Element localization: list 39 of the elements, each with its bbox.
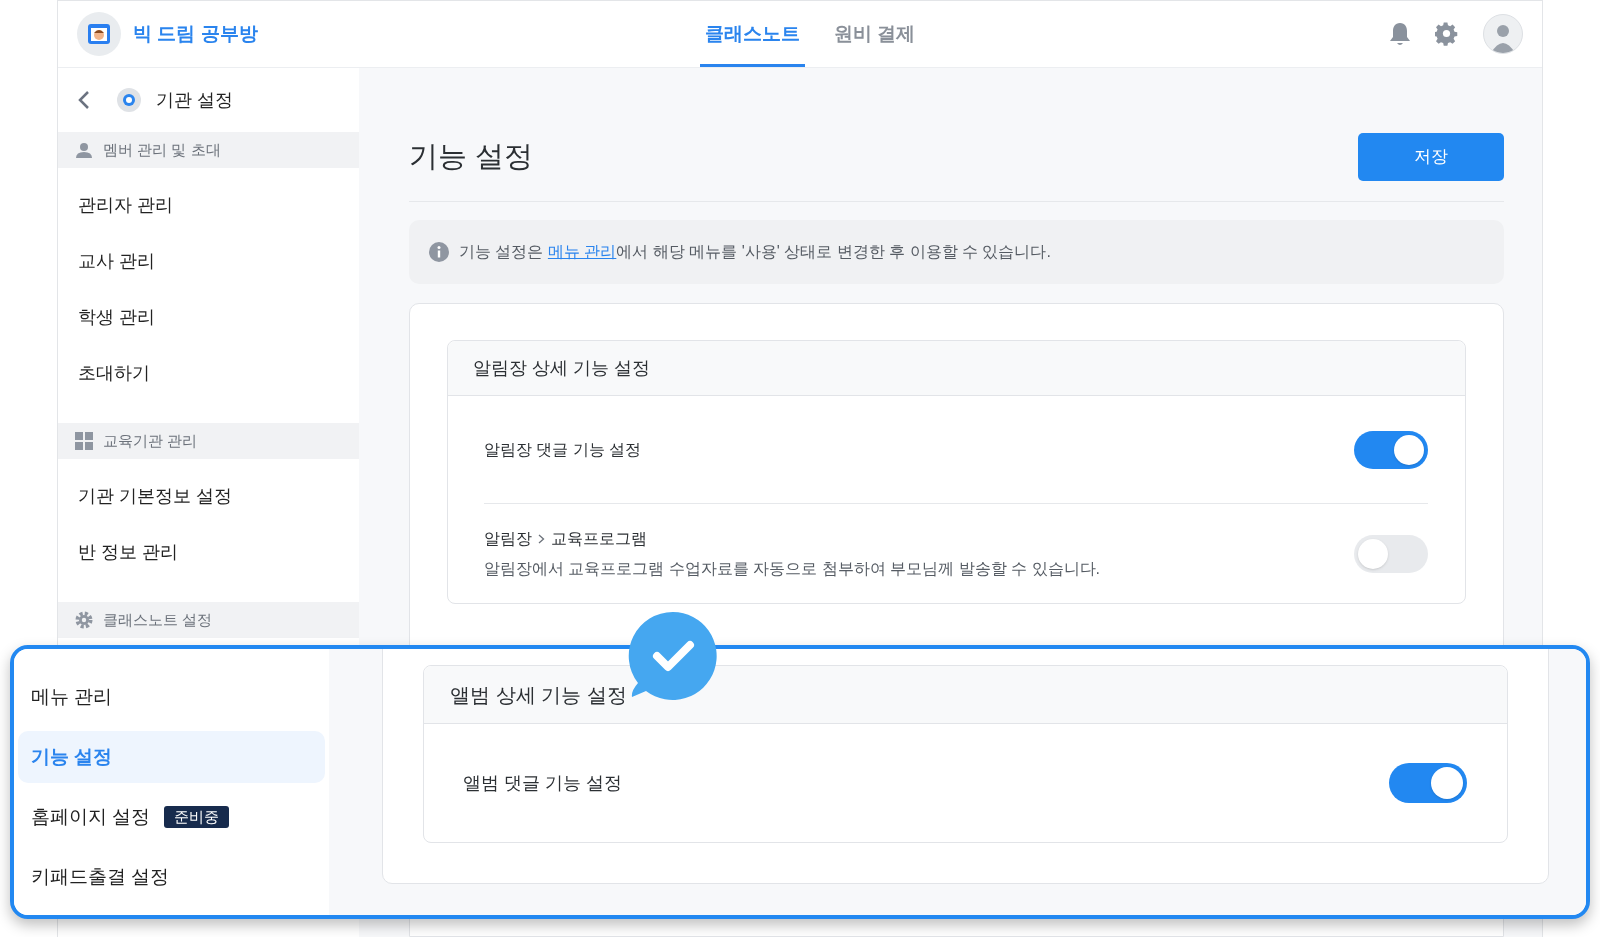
settings-icon[interactable]: [1435, 22, 1459, 46]
setting-sublabel: 교육프로그램: [551, 528, 647, 549]
sidebar-title: 기관 설정: [156, 88, 233, 112]
grid-icon: [75, 432, 93, 450]
setting-label: 알림장 댓글 기능 설정: [484, 439, 642, 460]
brand-name[interactable]: 빅 드림 공부방: [133, 19, 258, 49]
gear-icon: [75, 611, 93, 629]
status-tag: 준비중: [164, 806, 230, 828]
info-icon: [429, 242, 449, 262]
menu-item[interactable]: 키패드출결 설정: [18, 851, 170, 903]
section-title: 앨범 상세 기능 설정: [450, 682, 627, 708]
toggle-switch[interactable]: [1389, 763, 1467, 803]
sidebar-item[interactable]: 학생 관리: [78, 303, 155, 331]
setting-description: 알림장에서 교육프로그램 수업자료를 자동으로 첨부하여 부모님께 발송할 수 있습니다.: [484, 558, 1100, 579]
toggle-switch[interactable]: [1354, 430, 1428, 469]
setting-label: 앨범 댓글 기능 설정: [463, 771, 622, 795]
save-button[interactable]: 저장: [1358, 133, 1504, 181]
avatar-icon[interactable]: [1483, 14, 1523, 54]
menu-item[interactable]: 홈페이지 설정: [18, 791, 151, 843]
section-title: 멤버 관리 및 초대: [103, 139, 221, 160]
person-icon: [75, 142, 93, 158]
section-title: 교육기관 관리: [103, 430, 198, 451]
logo-icon: [77, 12, 121, 56]
sidebar-item[interactable]: 반 정보 관리: [78, 538, 178, 566]
chevron-right-icon: [538, 533, 545, 544]
setting-label: 알림장: [484, 528, 532, 549]
toggle-switch[interactable]: [1354, 534, 1428, 573]
sidebar-item[interactable]: 초대하기: [78, 359, 150, 387]
section-title: 알림장 상세 기능 설정: [473, 356, 650, 380]
sidebar-item[interactable]: 교사 관리: [78, 247, 155, 275]
sidebar-item[interactable]: 관리자 관리: [78, 191, 173, 219]
notification-bell-icon[interactable]: [1389, 21, 1411, 47]
section-title: 클래스노트 설정: [103, 609, 213, 630]
notice-text: 기능 설정은 메뉴 관리에서 해당 메뉴를 '사용' 상태로 변경한 후 이용할 수 있습니다.: [459, 242, 1051, 262]
sidebar-item[interactable]: 기관 기본정보 설정: [78, 482, 232, 510]
gear-icon: [116, 87, 142, 113]
page-title: 기능 설정: [409, 139, 534, 175]
menu-item[interactable]: 메뉴 관리: [18, 671, 113, 723]
back-chevron-icon[interactable]: [78, 90, 90, 110]
